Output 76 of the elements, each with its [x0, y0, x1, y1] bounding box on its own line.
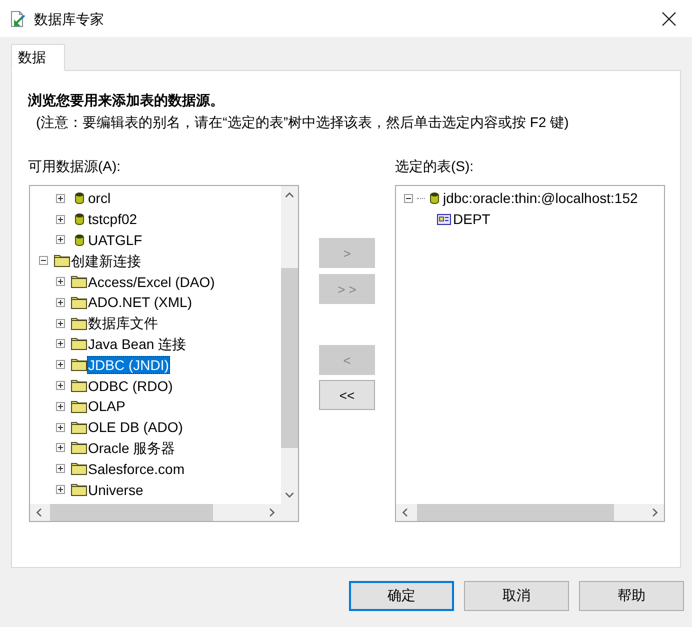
expand-icon[interactable] — [56, 318, 64, 328]
expand-icon[interactable] — [56, 298, 64, 307]
expand-icon[interactable] — [56, 443, 64, 452]
expand-icon[interactable] — [56, 381, 64, 390]
collapse-icon[interactable] — [404, 194, 412, 203]
database-icon — [74, 192, 84, 204]
folder-icon — [71, 275, 87, 288]
expand-icon[interactable] — [56, 402, 64, 411]
scroll-right-icon[interactable] — [269, 508, 275, 517]
scroll-up-icon[interactable] — [285, 192, 294, 198]
tree-item[interactable]: UATGLF — [87, 230, 144, 249]
tree-item[interactable]: OLE DB (ADO) — [87, 418, 184, 436]
database-icon — [74, 213, 84, 226]
vertical-scrollbar[interactable] — [281, 186, 298, 504]
scrollbar-thumb[interactable] — [281, 268, 298, 448]
expand-icon[interactable] — [56, 422, 64, 432]
dialog-button[interactable]: 取消 — [464, 581, 569, 611]
document-arrow-icon — [9, 10, 26, 28]
tree-item[interactable]: orcl — [87, 189, 112, 208]
tree-view[interactable]: jdbc:oracle:thin:@localhost:152 DEPT — [395, 185, 665, 522]
dialog-button[interactable]: 帮助 — [579, 581, 684, 611]
tree-item[interactable]: jdbc:oracle:thin:@localhost:152 — [442, 189, 639, 208]
table-icon — [437, 214, 451, 225]
window-title: 数据库专家 — [34, 10, 104, 28]
tree-item[interactable]: tstcpf02 — [87, 210, 138, 228]
instruction-heading: 浏览您要用来添加表的数据源。 — [28, 91, 225, 109]
expand-icon[interactable] — [56, 214, 64, 224]
expand-icon[interactable] — [56, 235, 64, 244]
list-label: 选定的表(S): — [395, 157, 475, 175]
scroll-left-icon[interactable] — [36, 508, 42, 517]
tree-item[interactable]: Universe — [87, 480, 144, 499]
dialog-button[interactable]: 确定 — [349, 581, 454, 611]
transfer-button[interactable]: << — [319, 380, 375, 410]
close-icon[interactable] — [662, 12, 676, 26]
tree-item[interactable]: Salesforce.com — [87, 460, 186, 478]
folder-icon — [71, 483, 87, 496]
collapse-icon[interactable] — [38, 256, 48, 266]
folder-icon — [71, 441, 87, 454]
instruction-note: (注意：要编辑表的别名，请在“选定的表”树中选择该表，然后单击选定内容或按 F2 键) — [36, 113, 570, 131]
tree-item[interactable]: 创建新连接 — [70, 252, 142, 270]
database-icon — [74, 234, 84, 246]
tree-view[interactable]: orcl tstcpf02 UATGLF 创建新连接 Access/Excel (DAO) ADO.NET (XML) 数据库文件 Java Bean 连接 JDBC (JNDI) ODBC (RDO) OLAP OLE DB (ADO) Oracle 服务器 Salesforce.com Universe — [29, 185, 299, 522]
folder-icon — [54, 254, 70, 268]
folder-icon — [71, 420, 87, 434]
tree-item[interactable]: DEPT — [452, 210, 492, 228]
scrollbar-thumb[interactable] — [50, 504, 213, 521]
folder-icon — [71, 337, 87, 350]
tree-item[interactable]: Java Bean 连接 — [87, 334, 188, 353]
expand-icon[interactable] — [56, 339, 64, 348]
tree-item[interactable]: ODBC (RDO) — [87, 376, 174, 395]
horizontal-scrollbar[interactable] — [396, 504, 664, 521]
expand-icon[interactable] — [56, 360, 64, 370]
folder-icon — [71, 316, 87, 330]
list-label: 可用数据源(A): — [28, 157, 122, 175]
horizontal-scrollbar[interactable] — [30, 504, 281, 521]
folder-icon — [71, 358, 87, 372]
folder-icon — [71, 462, 87, 476]
scroll-left-icon[interactable] — [402, 508, 408, 517]
scrollbar-thumb[interactable] — [417, 504, 614, 521]
database-icon — [430, 192, 438, 204]
folder-icon — [71, 379, 87, 392]
tab[interactable]: 数据 — [11, 44, 65, 71]
expand-icon[interactable] — [56, 464, 64, 474]
scroll-right-icon[interactable] — [652, 508, 658, 517]
folder-icon — [71, 400, 87, 413]
tree-item[interactable]: ADO.NET (XML) — [87, 293, 193, 312]
expand-icon[interactable] — [56, 485, 64, 494]
folder-icon — [71, 296, 87, 309]
tree-item[interactable]: Oracle 服务器 — [87, 438, 176, 457]
tree-item[interactable]: OLAP — [87, 397, 126, 416]
expand-icon[interactable] — [56, 277, 64, 286]
tree-item[interactable]: JDBC (JNDI) — [87, 356, 170, 374]
scroll-down-icon[interactable] — [285, 492, 294, 498]
tree-item[interactable]: Access/Excel (DAO) — [87, 272, 216, 291]
tree-item[interactable]: 数据库文件 — [87, 314, 159, 332]
expand-icon[interactable] — [56, 194, 64, 203]
